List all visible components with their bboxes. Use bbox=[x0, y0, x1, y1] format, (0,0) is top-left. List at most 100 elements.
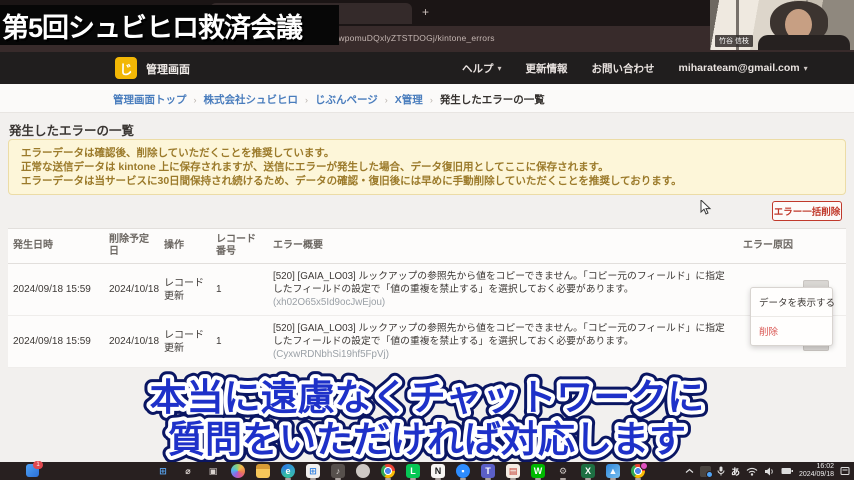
cell-record-no: 1 bbox=[211, 315, 268, 368]
screen: お試しにお申し × 管理画面｜じぶんペー × + s/x6wpomuDQxlyZ… bbox=[0, 0, 854, 480]
excel-icon[interactable]: X bbox=[581, 464, 595, 478]
error-id: (xh02O65x5Id9ocJwEjou) bbox=[273, 297, 386, 308]
cell-occurred: 2024/09/18 15:59 bbox=[8, 263, 104, 316]
notice-line: エラーデータは確認後、削除していただくことを推奨しています。 bbox=[21, 147, 335, 159]
subtitle-line2-outline: 質問をいただければ対応します bbox=[168, 419, 686, 460]
nav-contact[interactable]: お問い合わせ bbox=[592, 61, 655, 76]
app-header: じ 管理画面 ヘルプ ▾ 更新情報 お問い合わせ miharateam@gmai… bbox=[0, 52, 854, 84]
notice-box: エラーデータは確認後、削除していただくことを推奨しています。 正常な送信データは… bbox=[8, 139, 846, 195]
nav-account[interactable]: miharateam@gmail.com ▾ bbox=[679, 62, 808, 74]
cell-delete-due: 2024/10/18 bbox=[104, 263, 159, 316]
widgets-badge: 1 bbox=[33, 461, 43, 469]
cell-record-no: 1 bbox=[211, 263, 268, 316]
col-operation: 操作 bbox=[159, 228, 211, 264]
breadcrumb-separator: › bbox=[193, 94, 197, 105]
ime-indicator[interactable]: あ bbox=[731, 465, 740, 478]
subtitle-overlay: 本当に遠慮なくチャットワークに 本当に遠慮なくチャットワークに 質問をいただけれ… bbox=[143, 370, 712, 462]
widgets-icon[interactable]: 1 bbox=[26, 461, 43, 477]
teams-icon[interactable]: T bbox=[481, 464, 495, 478]
copilot-icon[interactable] bbox=[231, 464, 245, 478]
app-title: 管理画面 bbox=[146, 64, 190, 76]
cell-summary: [520] [GAIA_LO03] ルックアップの参照先から値をコピーできません… bbox=[268, 315, 738, 368]
edge-icon[interactable]: e bbox=[281, 464, 295, 478]
task-view-icon[interactable]: ▣ bbox=[206, 464, 220, 478]
page-title: 発生したエラーの一覧 bbox=[9, 124, 135, 138]
profile-badge bbox=[640, 462, 648, 470]
menu-item-delete[interactable]: 削除 bbox=[751, 317, 832, 345]
notice-line: エラーデータは当サービスに30日間保持され続けるため、データの確認・復旧後には早… bbox=[21, 175, 682, 187]
cell-operation: レコード更新 bbox=[159, 315, 211, 368]
ms-store-icon[interactable]: ⊞ bbox=[306, 464, 320, 478]
notification-center-icon[interactable] bbox=[840, 466, 850, 476]
row-actions-menu: データを表示する 削除 bbox=[750, 287, 835, 346]
line-works-icon[interactable]: W bbox=[531, 464, 545, 478]
breadcrumb-separator: › bbox=[384, 94, 388, 105]
webcam-name-label: 竹谷 信枝 bbox=[715, 35, 753, 47]
breadcrumb-link-home[interactable]: 管理画面トップ bbox=[113, 92, 187, 107]
tray-expand-icon[interactable] bbox=[685, 468, 694, 474]
subtitle-line1-outline: 本当に遠慮なくチャットワークに bbox=[150, 377, 705, 418]
taskbar-app-icons: ⊞ ⌀ ▣ e ⊞ ♪ L N ▪ T ▤ W ⚙ X ▲ bbox=[155, 462, 648, 480]
start-icon[interactable]: ⊞ bbox=[156, 464, 170, 478]
clock-time: 16:02 bbox=[816, 463, 834, 470]
system-tray: あ 16:02 2024/09/18 bbox=[685, 462, 850, 480]
breadcrumb: 管理画面トップ › 株式会社シュビヒロ › じぶんページ › X管理 › 発生し… bbox=[113, 92, 545, 107]
table-header-row: 発生日時 削除予定日 操作 レコード番号 エラー概要 エラー原因 bbox=[8, 228, 846, 264]
line-icon[interactable]: L bbox=[406, 464, 420, 478]
search-icon[interactable]: ⌀ bbox=[181, 464, 195, 478]
chevron-down-icon: ▾ bbox=[803, 63, 808, 73]
microphone-icon[interactable] bbox=[717, 466, 725, 476]
breadcrumb-link-mypage[interactable]: じぶんページ bbox=[315, 92, 378, 107]
battery-icon[interactable] bbox=[781, 467, 793, 475]
col-actions bbox=[798, 228, 846, 264]
notification-dot bbox=[705, 470, 713, 478]
menu-item-show-data[interactable]: データを表示する bbox=[751, 288, 835, 316]
col-occurred: 発生日時 bbox=[8, 228, 104, 264]
mouse-cursor bbox=[700, 200, 712, 215]
notice-line: 正常な送信データは kintone 上に保存されますが、送信にエラーが発生した場… bbox=[21, 161, 609, 173]
breadcrumb-separator: › bbox=[429, 94, 433, 105]
media-player-icon[interactable]: ♪ bbox=[331, 464, 345, 478]
app-logo[interactable]: じ bbox=[115, 57, 137, 79]
file-explorer-icon[interactable] bbox=[256, 464, 270, 478]
teams-tray-icon[interactable] bbox=[699, 465, 713, 478]
errors-table: 発生日時 削除予定日 操作 レコード番号 エラー概要 エラー原因 2024/09… bbox=[8, 228, 846, 368]
chrome-icon[interactable] bbox=[381, 464, 395, 478]
table-row: 2024/09/18 15:59 2024/10/18 レコード更新 1 [52… bbox=[8, 263, 846, 316]
url-text: s/x6wpomuDQxlyZTSTDOGj/kintone_errors bbox=[322, 33, 495, 43]
breadcrumb-current: 発生したエラーの一覧 bbox=[439, 94, 545, 106]
table-row: 2024/09/18 15:59 2024/10/18 レコード更新 1 [52… bbox=[8, 315, 846, 368]
new-tab-icon[interactable]: + bbox=[422, 5, 429, 19]
webcam-overlay: 竹谷 信枝 bbox=[710, 0, 854, 50]
taskbar: 1 ⊞ ⌀ ▣ e ⊞ ♪ L N ▪ T ▤ W ⚙ X ▲ あ 16:02 … bbox=[0, 461, 854, 480]
col-cause: エラー原因 bbox=[738, 228, 798, 264]
wifi-icon[interactable] bbox=[746, 467, 758, 476]
clock-date: 2024/09/18 bbox=[798, 471, 834, 478]
subtitle-line1: 本当に遠慮なくチャットワークに bbox=[150, 377, 705, 418]
utility-app-icon[interactable]: ▤ bbox=[506, 464, 520, 478]
breadcrumb-separator: › bbox=[305, 94, 308, 105]
chevron-down-icon: ▾ bbox=[497, 63, 502, 73]
nav-help[interactable]: ヘルプ ▾ bbox=[462, 61, 502, 76]
apple-icon[interactable] bbox=[356, 464, 370, 478]
subtitle-line2: 質問をいただければ対応します bbox=[168, 419, 686, 460]
breadcrumb-bar: 管理画面トップ › 株式会社シュビヒロ › じぶんページ › X管理 › 発生し… bbox=[0, 84, 854, 113]
breadcrumb-link-xadmin[interactable]: X管理 bbox=[395, 92, 423, 107]
error-id: (CyxwRDNbhSi19hf5FpVj) bbox=[273, 349, 389, 360]
col-summary: エラー概要 bbox=[268, 228, 738, 264]
cell-summary: [520] [GAIA_LO03] ルックアップの参照先から値をコピーできません… bbox=[268, 263, 738, 316]
person-body bbox=[758, 35, 850, 50]
zoom-icon[interactable]: ▪ bbox=[456, 464, 470, 478]
video-title-banner: 第5回シュビヒロ救済会議 bbox=[0, 5, 339, 45]
volume-icon[interactable] bbox=[764, 467, 775, 476]
col-delete-due: 削除予定日 bbox=[104, 228, 159, 264]
cell-operation: レコード更新 bbox=[159, 263, 211, 316]
notion-icon[interactable]: N bbox=[431, 464, 445, 478]
breadcrumb-link-company[interactable]: 株式会社シュビヒロ bbox=[204, 92, 299, 107]
photos-icon[interactable]: ▲ bbox=[606, 464, 620, 478]
settings-icon[interactable]: ⚙ bbox=[556, 464, 570, 478]
taskbar-clock[interactable]: 16:02 2024/09/18 bbox=[799, 463, 834, 479]
bulk-delete-button[interactable]: エラー一括削除 bbox=[772, 201, 842, 221]
nav-updates[interactable]: 更新情報 bbox=[526, 61, 568, 76]
col-record-no: レコード番号 bbox=[211, 228, 268, 264]
